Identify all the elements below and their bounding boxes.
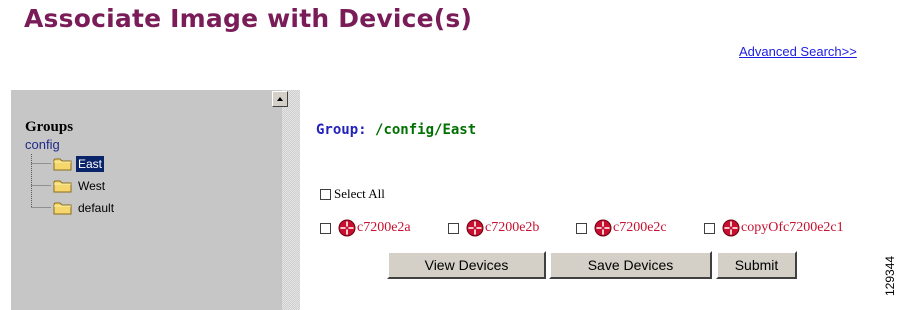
router-icon (338, 219, 356, 237)
tree-item-label: default (78, 201, 115, 215)
device-item: copyOfc7200e2c1 (704, 218, 844, 238)
device-item: c7200e2c (576, 218, 667, 238)
device-name-link[interactable]: c7200e2a (357, 220, 411, 236)
view-devices-button[interactable]: View Devices (387, 251, 546, 279)
device-name-link[interactable]: copyOfc7200e2c1 (741, 220, 844, 236)
tree-connector-lines (31, 154, 51, 208)
device-item: c7200e2b (448, 218, 539, 238)
tree-item-label: West (78, 179, 106, 193)
folder-icon (53, 202, 72, 215)
tree-root-config[interactable]: config (25, 137, 60, 152)
tree-item-east[interactable]: East (53, 155, 105, 173)
folder-icon (53, 158, 72, 171)
select-all-row: Select All (320, 186, 385, 202)
device-name-link[interactable]: c7200e2b (485, 220, 539, 236)
page-title: Associate Image with Device(s) (24, 4, 473, 33)
device-name-link[interactable]: c7200e2c (613, 220, 667, 236)
submit-button[interactable]: Submit (716, 251, 797, 279)
tree-item-west[interactable]: West (53, 177, 107, 195)
save-devices-button[interactable]: Save Devices (549, 251, 712, 279)
tree-item-default[interactable]: default (53, 199, 116, 217)
select-all-checkbox[interactable] (320, 188, 331, 200)
current-group: Group: /config/East (316, 122, 476, 138)
advanced-search-link[interactable]: Advanced Search>> (739, 44, 857, 59)
tree-item-label: East (76, 156, 105, 172)
group-label: Group: (316, 122, 367, 138)
scroll-up-arrow-icon[interactable] (272, 91, 288, 107)
router-icon (466, 219, 484, 237)
groups-heading: Groups (25, 119, 74, 135)
router-icon (722, 219, 740, 237)
router-icon (594, 219, 612, 237)
tree-scrollbar[interactable] (282, 90, 300, 310)
device-checkbox[interactable] (448, 222, 459, 234)
group-path: /config/East (375, 122, 477, 138)
folder-icon (53, 180, 72, 193)
select-all-label: Select All (334, 186, 385, 201)
device-checkbox[interactable] (320, 222, 331, 234)
groups-tree-panel: Groups config East West default (11, 90, 300, 310)
device-item: c7200e2a (320, 218, 411, 238)
device-checkbox[interactable] (704, 222, 715, 234)
figure-id: 129344 (883, 255, 897, 296)
device-checkbox[interactable] (576, 222, 587, 234)
